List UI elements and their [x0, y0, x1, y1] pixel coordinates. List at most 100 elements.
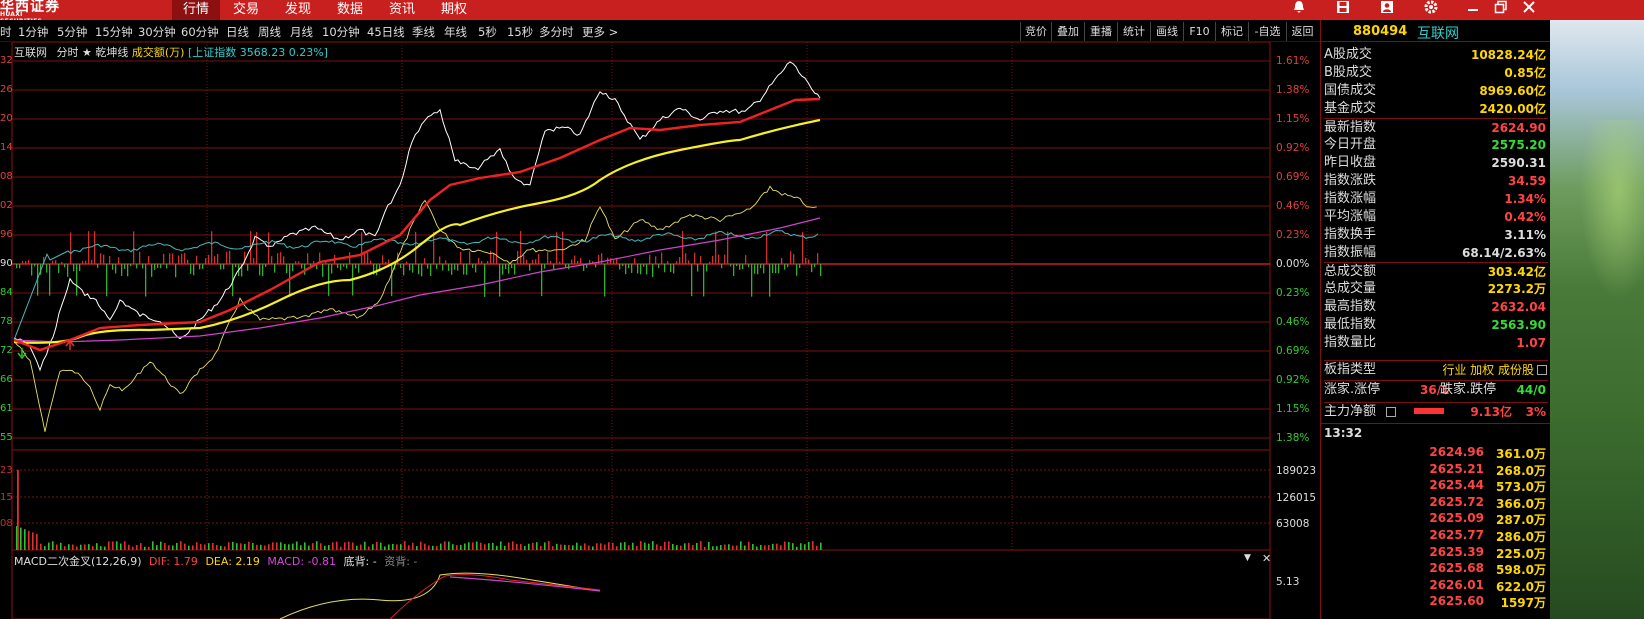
board-type-value[interactable]: 行业 加权 成份股 [1442, 361, 1534, 379]
breadth-bar [346, 264, 348, 269]
volume-bar [404, 541, 406, 550]
volume-bar [40, 543, 42, 550]
volume-bar [408, 545, 410, 550]
period-tab-15sec[interactable]: 15秒 [507, 24, 533, 40]
price-axis-label: 61 [0, 403, 13, 414]
breadth-bar [427, 264, 429, 269]
desktop-wallpaper [1550, 20, 1644, 619]
tick-row: 2625.21 268.0万 [1324, 462, 1548, 479]
period-tab-15min[interactable]: 15分钟 [95, 24, 133, 40]
breadth-bar [718, 254, 720, 264]
user-icon[interactable] [1372, 0, 1402, 20]
period-tab-5sec[interactable]: 5秒 [478, 24, 497, 40]
breadth-bar [67, 264, 69, 277]
period-tab-45day[interactable]: 45日线 [367, 24, 405, 40]
tool-replay[interactable]: 重播 [1084, 22, 1117, 41]
period-tab-monthly[interactable]: 月线 [290, 24, 313, 40]
tick-volume: 1597万 [1500, 596, 1546, 611]
macd-dea: DEA: 2.19 [205, 555, 260, 568]
period-tab-quarterly[interactable]: 季线 [412, 24, 435, 40]
period-tab-daily[interactable]: 日线 [226, 24, 249, 40]
macd-dropdown-icon[interactable]: ▼ [1244, 553, 1251, 563]
breadth-bar [679, 257, 681, 264]
restore-icon[interactable] [1486, 0, 1516, 20]
period-tab-10min[interactable]: 10分钟 [322, 24, 360, 40]
menu-data[interactable]: 数据 [326, 0, 374, 20]
volume-bar [224, 546, 226, 550]
volume-bar [444, 541, 446, 550]
volume-bar [420, 541, 422, 550]
stat-value: 2420.00亿 [1479, 102, 1546, 116]
tool-back[interactable]: 返回 [1286, 22, 1318, 41]
volume-bar [32, 532, 34, 550]
breadth-bar [544, 264, 546, 269]
menu-news[interactable]: 资讯 [378, 0, 426, 20]
save-icon[interactable] [1328, 0, 1358, 20]
breadth-bar [307, 253, 309, 264]
macd-close-icon[interactable]: ✕ [1262, 552, 1271, 565]
period-tab-weekly[interactable]: 周线 [258, 24, 281, 40]
minimize-icon[interactable] [1458, 0, 1488, 20]
volume-bar [580, 545, 582, 550]
main-capital-detail-icon[interactable] [1386, 407, 1396, 417]
breadth-bar [76, 264, 78, 296]
bell-icon[interactable] [1284, 0, 1314, 20]
tool-remove-watchlist[interactable]: -自选 [1248, 22, 1286, 41]
tool-f10[interactable]: F10 [1183, 22, 1215, 41]
volume-bar [432, 545, 434, 550]
breadth-bar [667, 261, 669, 264]
period-tab-30min[interactable]: 30分钟 [138, 24, 176, 40]
volume-bar [172, 545, 174, 550]
volume-bar [292, 543, 294, 550]
volume-bar [56, 544, 58, 550]
menu-options[interactable]: 期权 [430, 0, 478, 20]
tool-draw[interactable]: 画线 [1150, 22, 1183, 41]
period-tab-intraday[interactable]: 时 [0, 24, 12, 40]
period-tab-multi[interactable]: 多分时 [539, 24, 574, 40]
period-tab-5min[interactable]: 5分钟 [57, 24, 87, 40]
breadth-bar [697, 264, 699, 272]
period-tab-60min[interactable]: 60分钟 [181, 24, 219, 40]
stat-label: 最低指数 [1324, 317, 1377, 332]
breadth-bar [364, 252, 366, 264]
breadth-bar [172, 253, 174, 264]
tool-auction[interactable]: 竞价 [1020, 22, 1051, 41]
breadth-bar [634, 258, 636, 264]
breadth-bar [463, 264, 465, 275]
breadth-bar [28, 259, 30, 264]
volume-bar [324, 545, 326, 550]
board-type-list-icon[interactable] [1537, 365, 1547, 375]
tool-stats[interactable]: 统计 [1117, 22, 1150, 41]
breadth-bar [784, 264, 786, 270]
stat-row: B股成交 0.85亿 [1324, 64, 1548, 82]
breadth-bar [103, 254, 105, 264]
breadth-bar [457, 264, 459, 271]
gear-icon[interactable] [1416, 0, 1446, 20]
volume-bar [676, 545, 678, 550]
breadth-bar [370, 260, 372, 264]
breadth-bar [508, 264, 510, 274]
menu-trade[interactable]: 交易 [222, 0, 270, 20]
period-tab-1min[interactable]: 1分钟 [18, 24, 48, 40]
board-type-row: 板指类型 行业 加权 成份股 [1324, 360, 1548, 378]
period-tab-yearly[interactable]: 年线 [444, 24, 467, 40]
tick-price: 2626.01 [1429, 577, 1484, 592]
intraday-chart[interactable] [0, 42, 1320, 619]
pct-axis-label: 0.69% [1276, 171, 1310, 183]
tool-overlay[interactable]: 叠加 [1051, 22, 1084, 41]
close-icon[interactable] [1514, 0, 1544, 20]
tool-mark[interactable]: 标记 [1215, 22, 1248, 41]
breadth-bar [223, 264, 225, 270]
menu-market[interactable]: 行情 [172, 0, 220, 20]
volume-bar [208, 543, 210, 550]
stat-row: 总成交额 303.42亿 [1324, 262, 1548, 280]
volume-bar [532, 542, 534, 550]
breadth-bar [400, 264, 402, 269]
pct-axis-label: 0.69% [1276, 345, 1310, 357]
volume-bar [628, 545, 630, 550]
period-tab-more[interactable]: 更多 > [582, 24, 618, 40]
volume-bar [512, 541, 514, 550]
breadth-bar [691, 264, 693, 297]
menu-discover[interactable]: 发现 [274, 0, 322, 20]
breadth-bar [451, 264, 453, 275]
